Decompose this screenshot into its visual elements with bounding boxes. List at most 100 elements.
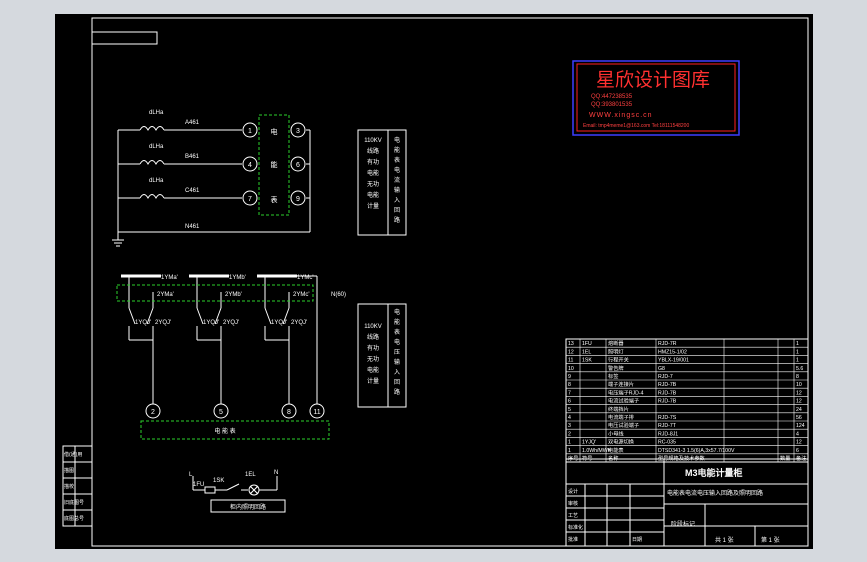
bom-cell: 10	[568, 366, 574, 372]
corner-box	[91, 31, 158, 45]
svg-text:电: 电	[394, 338, 400, 346]
svg-text:电: 电	[394, 166, 400, 174]
svg-text:输: 输	[394, 186, 400, 194]
bom-cell: 电能表	[608, 446, 624, 454]
bom-row: 11 1SK 行程开关 YBLX-19/001 1	[568, 356, 799, 364]
ct-circuit	[112, 126, 311, 247]
bom-cell: 端子连接片	[608, 380, 634, 388]
bom-cell: 12	[796, 390, 802, 396]
bom-cell: 4	[796, 431, 799, 437]
meter-bottom-terminals	[145, 403, 325, 419]
bom-row: 7 电压端子RJD-4 RJD-7B 12	[568, 388, 802, 396]
terminal-1: 1	[248, 128, 252, 135]
watermark-url: WWW.xingsc.cn	[589, 112, 653, 119]
line-n461: N461	[185, 224, 200, 230]
bom-row: 1 1.0Wh/MWh电能表 DTSD341-3 1.5(6)A,3x57.7/10…	[568, 446, 799, 454]
side-label: 描图	[64, 467, 74, 474]
terminal-4: 4	[248, 162, 252, 169]
bus-label-2yma: 2YMa'	[157, 292, 174, 298]
meter-bottom-label: 电 能 表	[214, 427, 235, 435]
bom-cell: 1	[796, 349, 799, 355]
side-label: 旧底图号	[64, 499, 84, 506]
bom-cell: 6	[568, 399, 571, 405]
watermark-email: Email: tmp4meme1@163.com Tel:18111548200	[583, 123, 689, 129]
bom-cell: 4	[568, 415, 571, 421]
switch-label: 1YQJ'	[203, 320, 219, 326]
bom-cell: 9	[568, 374, 571, 380]
line-a461: A461	[185, 120, 200, 126]
side-label: 底图总号	[64, 515, 84, 522]
svg-text:能: 能	[394, 146, 400, 154]
lamp-fuse-label: 1FU	[193, 482, 204, 488]
drawing-subtitle: 电能表电流电压输入回路及照明回路	[667, 489, 763, 497]
tb-label: 标准化	[568, 524, 583, 531]
lamp-switch-label: 1SK	[213, 478, 224, 484]
bom-cell: 11	[568, 358, 573, 364]
bom-cell: RJD-7R	[658, 341, 677, 347]
bom-cell: 124	[796, 423, 805, 429]
lamp-label-l: L	[189, 472, 193, 478]
terminal-8: 8	[287, 409, 291, 416]
svg-text:表: 表	[394, 328, 400, 336]
bom-cell: 熔断器	[608, 339, 624, 347]
tb-label: 工艺	[568, 513, 578, 519]
bom-cell: HMZ15-1/02	[658, 349, 687, 355]
terminal-3: 3	[296, 128, 300, 135]
bom-cell: 12	[796, 440, 802, 446]
bus-label-1yma: 1YMa'	[161, 275, 178, 281]
ct-label-b: dLHa	[149, 144, 164, 150]
bom-cell: 13	[568, 341, 574, 347]
lamp-label-n: N	[274, 470, 278, 476]
bom-cell: RC-035	[658, 440, 676, 446]
bom-cell: RJD-7S	[658, 415, 677, 421]
meter-char-3: 表	[271, 195, 278, 204]
meter-char-2: 能	[271, 160, 278, 169]
bom-cell: 1	[568, 448, 571, 454]
svg-text:能: 能	[394, 318, 400, 326]
bom-row: 6 电流试验端子 RJD-7B 12	[568, 397, 802, 405]
bom-cell: RJD-7	[658, 374, 673, 380]
tb-label: 批准	[568, 536, 578, 543]
svg-text:回: 回	[394, 207, 400, 214]
switch-label: 2YQJ'	[291, 320, 307, 326]
bom-cell: 行程开关	[608, 356, 629, 364]
bom-row: 8 端子连接片 RJD-7B 10	[568, 380, 802, 388]
sheet-number: 第 1 张	[761, 536, 780, 544]
bom-cell: 1YJQ'	[582, 440, 596, 446]
svg-text:110KV: 110KV	[364, 138, 382, 144]
bom-cell: 电流端子排	[608, 413, 634, 421]
bom-cell: DTSD341-3 1.5(6)A,3x57.7/100V	[658, 448, 735, 454]
bom-header-cell: 序号	[568, 454, 578, 462]
side-label: 描校	[64, 483, 74, 490]
bom-cell: 12	[568, 349, 574, 355]
bom-cell: 10	[796, 382, 802, 388]
terminal-11: 11	[313, 409, 320, 416]
bom-cell: 电流试验端子	[608, 397, 639, 405]
bom-cell: 电压试验端子	[608, 421, 639, 429]
bom-cell: 1SK	[582, 358, 592, 364]
bom-cell: 1.0Wh/MWh	[582, 448, 611, 454]
bom-cell: 电压端子RJD-4	[608, 388, 644, 396]
tb-label: 日期	[632, 537, 642, 543]
bom-cell: G8	[658, 366, 665, 372]
bom-cell: 1EL	[582, 349, 591, 355]
stamp-label: 阶段标记	[671, 520, 695, 528]
svg-text:无功: 无功	[367, 355, 379, 363]
bom-cell: 24	[796, 407, 802, 413]
bom-cell: 双电源切换	[608, 438, 635, 446]
svg-text:电能: 电能	[367, 366, 379, 374]
bom-table: 13 1FU 熔断器 RJD-7R 112 1EL 照明灯 HMZ15-1/02 111 1SK 行…	[565, 338, 809, 463]
bom-cell: RJD-7B	[658, 399, 677, 405]
drawing-title: M3电能计量柜	[685, 467, 743, 478]
svg-text:有功: 有功	[367, 158, 379, 166]
bom-header-cell: 数量	[780, 454, 790, 462]
terminal-9: 9	[296, 196, 300, 203]
bom-cell: RJD-7B	[658, 390, 677, 396]
svg-text:计量: 计量	[367, 377, 379, 385]
bom-cell: 警告牌	[608, 364, 624, 372]
bom-row: 3 电压试验端子 RJD-7T 124	[568, 421, 805, 429]
bom-cell: 2	[568, 431, 571, 437]
bom-cell: 3	[568, 423, 571, 429]
bom-cell: 6	[796, 448, 799, 454]
description-box-voltage: 110KV 线路 有功 无功 电能 计量 电 能 表 电 压 输 入 回 路	[357, 303, 407, 408]
